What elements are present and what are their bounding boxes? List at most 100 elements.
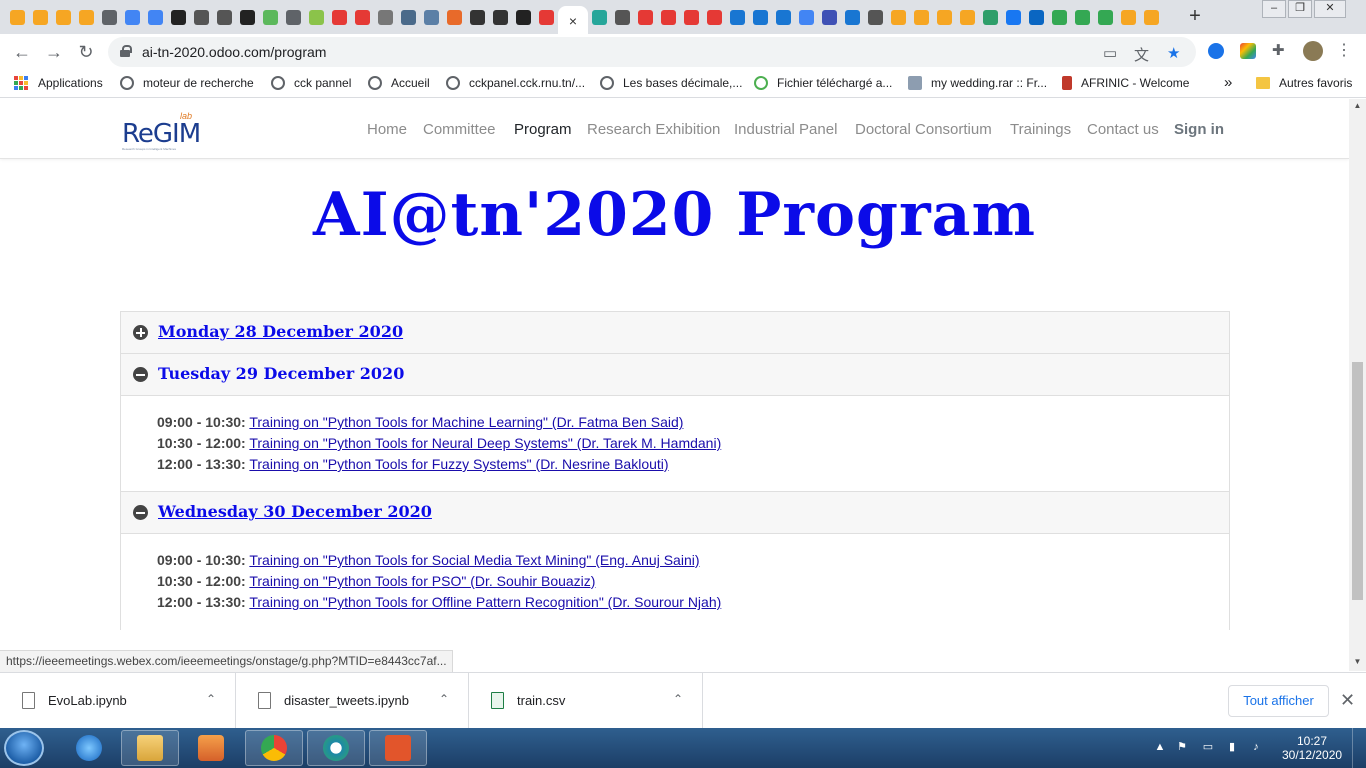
pinned-tab[interactable] [374,6,397,28]
file-explorer-icon[interactable] [121,730,179,766]
pinned-tab[interactable] [588,6,611,28]
app-icon[interactable] [307,730,365,766]
back-icon[interactable]: ← [12,42,32,62]
bookmark-item[interactable]: moteur de recherche [120,76,254,90]
pinned-tab[interactable] [795,6,818,28]
pinned-tab[interactable] [282,6,305,28]
expand-plus-icon[interactable] [133,325,148,340]
pinned-tab[interactable] [190,6,213,28]
system-clock[interactable]: 10:27 30/12/2020 [1282,734,1342,762]
pinned-tab[interactable] [121,6,144,28]
pinned-tab[interactable] [657,6,680,28]
extension-icon[interactable] [1240,43,1256,59]
bookmark-item[interactable]: my wedding.rar :: Fr... [908,76,1047,90]
volume-icon[interactable]: ♪ [1250,741,1262,753]
pinned-tab[interactable] [397,6,420,28]
device-icon[interactable]: ▭ [1202,741,1214,753]
action-center-icon[interactable]: ⚑ [1176,741,1188,753]
pinned-tab[interactable] [1117,6,1140,28]
nav-link-research-exhibition[interactable]: Research Exhibition [587,121,720,138]
pinned-tab[interactable] [1048,6,1071,28]
nav-link-trainings[interactable]: Trainings [1010,121,1071,138]
pinned-tab[interactable] [443,6,466,28]
scroll-up-arrow[interactable]: ▲ [1353,101,1362,110]
download-item[interactable]: EvoLab.ipynb ⌃ [0,673,236,729]
pinned-tab[interactable] [1025,6,1048,28]
bookmark-item[interactable]: Les bases décimale,... [600,76,742,90]
pinned-tab[interactable] [420,6,443,28]
day-header[interactable]: Wednesday 30 December 2020 [121,492,1229,534]
bookmark-item[interactable]: cck pannel [271,76,351,90]
pinned-tab[interactable] [933,6,956,28]
pinned-tab[interactable] [236,6,259,28]
pinned-tab[interactable] [213,6,236,28]
pinned-tab[interactable] [512,6,535,28]
day-header[interactable]: Monday 28 December 2020 [121,312,1229,354]
pinned-tab[interactable] [466,6,489,28]
pinned-tab[interactable] [1002,6,1025,28]
session-link[interactable]: Training on "Python Tools for Machine Le… [249,414,683,430]
pinned-tab[interactable] [167,6,190,28]
nav-link-home[interactable]: Home [367,121,407,138]
collapse-minus-icon[interactable] [133,367,148,382]
pinned-tab[interactable] [818,6,841,28]
pinned-tab[interactable] [634,6,657,28]
pinned-tab[interactable] [841,6,864,28]
pinned-tab[interactable] [703,6,726,28]
pinned-tab[interactable] [864,6,887,28]
pinned-tab[interactable] [144,6,167,28]
day-header[interactable]: Tuesday 29 December 2020 [121,354,1229,396]
avatar[interactable] [1303,41,1323,61]
pinned-tab[interactable] [611,6,634,28]
nav-link-program[interactable]: Program [514,121,572,138]
day-title[interactable]: Monday 28 December 2020 [158,322,403,341]
url-text[interactable]: ai-tn-2020.odoo.com/program [142,44,326,60]
pinned-tab[interactable] [489,6,512,28]
nav-link-committee[interactable]: Committee [423,121,496,138]
pinned-tab[interactable] [351,6,374,28]
chevron-up-icon[interactable]: ⌃ [206,692,216,706]
download-item[interactable]: disaster_tweets.ipynb ⌃ [236,673,469,729]
forward-icon[interactable]: → [44,42,64,62]
pinned-tab[interactable] [535,6,558,28]
menu-dots-icon[interactable]: ⋮ [1336,40,1352,59]
presentation-app-icon[interactable] [369,730,427,766]
start-button[interactable] [4,730,44,766]
minimize-button[interactable]: – [1262,0,1286,18]
network-icon[interactable]: ▮ [1226,741,1238,753]
close-icon[interactable]: ✕ [1340,690,1355,711]
pinned-tab[interactable] [979,6,1002,28]
session-link[interactable]: Training on "Python Tools for Neural Dee… [249,435,721,451]
address-bar[interactable]: ai-tn-2020.odoo.com/program ▭ 文 ★ [108,37,1196,67]
nav-link-industrial-panel[interactable]: Industrial Panel [734,121,837,138]
pinned-tab[interactable] [305,6,328,28]
day-title[interactable]: Tuesday 29 December 2020 [158,364,404,383]
site-logo[interactable]: ReGIM lab Research Groups in Intelligent… [122,111,212,151]
session-link[interactable]: Training on "Python Tools for Social Med… [249,552,699,568]
extension-icon[interactable] [1208,43,1224,59]
pinned-tab[interactable] [726,6,749,28]
bookmark-item[interactable]: AFRINIC - Welcome [1062,76,1189,90]
extensions-puzzle-icon[interactable]: ✚ [1272,41,1288,59]
sign-in-link[interactable]: Sign in [1174,121,1224,138]
collapse-minus-icon[interactable] [133,505,148,520]
nav-link-doctoral-consortium[interactable]: Doctoral Consortium [855,121,992,138]
bookmark-item[interactable]: Fichier téléchargé a... [754,76,892,90]
maximize-button[interactable]: ❐ [1288,0,1312,18]
new-tab-button[interactable]: + [1184,6,1206,28]
pinned-tab[interactable] [1140,6,1163,28]
show-hidden-icons[interactable]: ▲ [1154,741,1166,753]
bookmark-item[interactable]: Applications [14,76,103,90]
chrome-icon[interactable] [245,730,303,766]
pinned-tab[interactable] [328,6,351,28]
chevron-up-icon[interactable]: ⌃ [673,692,683,706]
bookmark-item[interactable]: Accueil [368,76,430,90]
session-link[interactable]: Training on "Python Tools for PSO" (Dr. … [249,573,595,589]
reload-icon[interactable]: ↻ [76,42,96,62]
pinned-tab[interactable] [259,6,282,28]
media-player-icon[interactable] [182,730,240,766]
translate-icon[interactable]: 文 [1134,44,1149,65]
pinned-tab[interactable] [75,6,98,28]
nav-link-contact-us[interactable]: Contact us [1087,121,1159,138]
pinned-tab[interactable] [749,6,772,28]
